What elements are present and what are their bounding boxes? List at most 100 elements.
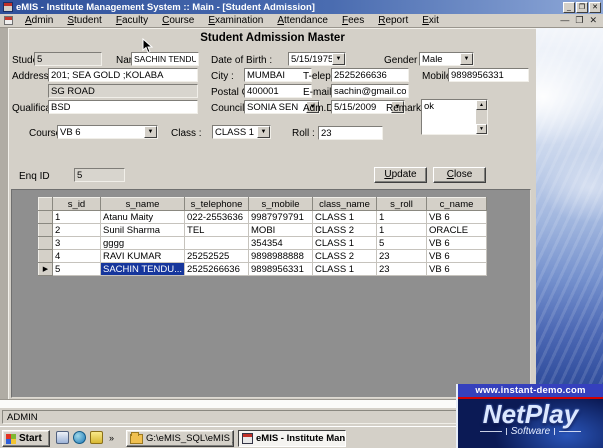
start-button[interactable]: Start: [2, 430, 50, 447]
grid-cell[interactable]: 354354: [248, 236, 314, 250]
dob-combobox[interactable]: 5/15/1975 ▼: [288, 52, 346, 66]
restore-button[interactable]: ❐: [576, 1, 588, 13]
grid-cell[interactable]: RAVI KUMAR: [99, 249, 186, 263]
grid-cell[interactable]: gggg: [99, 236, 186, 250]
menu-item-examination[interactable]: Examination: [201, 14, 270, 27]
grid-cell[interactable]: 2525266636: [184, 262, 250, 276]
grid-column-header[interactable]: class_name: [312, 197, 378, 211]
title-bar[interactable]: eMIS - Institute Management System :: Ma…: [0, 0, 603, 14]
menu-item-faculty[interactable]: Faculty: [109, 14, 155, 27]
address2-field[interactable]: [48, 84, 198, 98]
telephone-field[interactable]: [331, 68, 409, 82]
browser-icon[interactable]: [73, 431, 86, 444]
grid-cell[interactable]: 022-2553636: [184, 210, 250, 224]
enq-id-field[interactable]: [74, 168, 125, 182]
row-header[interactable]: [38, 249, 53, 263]
row-header[interactable]: [38, 236, 53, 250]
grid-cell[interactable]: ORACLE: [426, 223, 488, 237]
document-icon[interactable]: [56, 431, 69, 444]
notes-icon[interactable]: [90, 431, 103, 444]
chevron-down-icon[interactable]: ▼: [332, 53, 345, 65]
chevron-down-icon[interactable]: ▼: [144, 126, 157, 138]
taskbar-item[interactable]: G:\eMIS_SQL\eMIS _Sou...: [126, 430, 234, 447]
grid-column-header[interactable]: s_id: [52, 197, 101, 211]
grid-cell[interactable]: 23: [376, 262, 428, 276]
overflow-chevron-icon[interactable]: »: [107, 433, 116, 443]
chevron-down-icon[interactable]: ▼: [257, 126, 270, 138]
grid-cell[interactable]: MOBI: [248, 223, 314, 237]
remarks-value[interactable]: ok: [422, 100, 476, 134]
grid-cell[interactable]: 3: [52, 236, 101, 250]
grid-cell[interactable]: VB 6: [426, 262, 488, 276]
address-field[interactable]: [48, 68, 198, 82]
grid-cell[interactable]: 1: [376, 210, 428, 224]
menu-item-fees[interactable]: Fees: [335, 14, 371, 27]
grid-cell[interactable]: 5: [52, 262, 101, 276]
grid-cell[interactable]: 4: [52, 249, 101, 263]
grid-cell[interactable]: 9898956331: [248, 262, 314, 276]
grid-cell[interactable]: CLASS 1: [312, 236, 378, 250]
grid-table[interactable]: s_id s_name s_telephone s_mobile class_name s…: [38, 197, 488, 276]
grid-cell[interactable]: CLASS 1: [312, 262, 378, 276]
mdi-minimize-icon[interactable]: —: [560, 15, 569, 26]
menu-item-student[interactable]: Student: [60, 14, 108, 27]
grid-cell[interactable]: CLASS 1: [312, 210, 378, 224]
mdi-close-icon[interactable]: ✕: [589, 15, 597, 26]
menu-item-course[interactable]: Course: [155, 14, 201, 27]
mdi-restore-icon[interactable]: ❐: [575, 15, 583, 26]
minimize-button[interactable]: _: [563, 1, 575, 13]
grid-cell[interactable]: 1: [52, 210, 101, 224]
city-field[interactable]: [244, 68, 312, 82]
grid-column-header[interactable]: c_name: [426, 197, 488, 211]
grid-cell[interactable]: 9898988888: [248, 249, 314, 263]
scroll-down-icon[interactable]: ▼: [476, 124, 487, 134]
grid-cell[interactable]: VB 6: [426, 210, 488, 224]
menu-item-report[interactable]: Report: [371, 14, 415, 27]
grid-cell[interactable]: CLASS 2: [312, 223, 378, 237]
update-button[interactable]: Update: [374, 167, 427, 183]
menu-item-attendance[interactable]: Attendance: [270, 14, 335, 27]
grid-column-header[interactable]: s_mobile: [248, 197, 314, 211]
taskbar-item[interactable]: eMIS - Institute Man...: [238, 430, 346, 447]
remarks-textarea[interactable]: ok ▲ ▼: [421, 99, 488, 135]
class-combobox[interactable]: CLASS 1 ▼: [212, 125, 271, 139]
chevron-down-icon[interactable]: ▼: [460, 53, 473, 65]
row-header[interactable]: [38, 223, 53, 237]
grid-column-header[interactable]: s_roll: [376, 197, 428, 211]
grid-cell[interactable]: [184, 236, 250, 250]
close-button[interactable]: ✕: [589, 1, 601, 13]
row-selector-icon[interactable]: ▶: [38, 262, 53, 276]
name-field[interactable]: [131, 52, 199, 66]
row-header[interactable]: [38, 210, 53, 224]
grid-cell[interactable]: CLASS 2: [312, 249, 378, 263]
grid-cell[interactable]: Atanu Maity: [99, 210, 186, 224]
grid-column-header[interactable]: s_telephone: [184, 197, 250, 211]
grid-cell[interactable]: 23: [376, 249, 428, 263]
grid-cell[interactable]: VB 6: [426, 236, 488, 250]
grid-cell[interactable]: VB 6: [426, 249, 488, 263]
grid-cell[interactable]: 25252525: [184, 249, 250, 263]
grid-cell[interactable]: Sunil Sharma: [99, 223, 186, 237]
grid-column-header[interactable]: s_name: [99, 197, 186, 211]
grid-cell[interactable]: 5: [376, 236, 428, 250]
grid-cell[interactable]: TEL: [184, 223, 250, 237]
course-combobox[interactable]: VB 6 ▼: [57, 125, 158, 139]
student-id-field[interactable]: [34, 52, 102, 66]
grid-cell[interactable]: 1: [376, 223, 428, 237]
menu-item-admin[interactable]: Admin: [18, 14, 60, 27]
postal-code-field[interactable]: [244, 84, 312, 98]
email-field[interactable]: [331, 84, 409, 98]
grid-cell[interactable]: 9987979791: [248, 210, 314, 224]
qualification-field[interactable]: [48, 100, 198, 114]
close-button[interactable]: Close: [433, 167, 486, 183]
mobile-field[interactable]: [448, 68, 529, 82]
grid-cell[interactable]: 2: [52, 223, 101, 237]
menu-item-exit[interactable]: Exit: [415, 14, 446, 27]
grid-cell[interactable]: SACHIN TENDU...: [99, 262, 186, 276]
roll-field[interactable]: [318, 126, 383, 140]
child-window-icon[interactable]: [4, 16, 13, 25]
remarks-scrollbar[interactable]: ▲ ▼: [476, 100, 487, 134]
gender-combobox[interactable]: Male ▼: [419, 52, 474, 66]
grid-header: s_id s_name s_telephone s_mobile class_name s…: [38, 197, 488, 211]
scroll-up-icon[interactable]: ▲: [476, 100, 487, 110]
